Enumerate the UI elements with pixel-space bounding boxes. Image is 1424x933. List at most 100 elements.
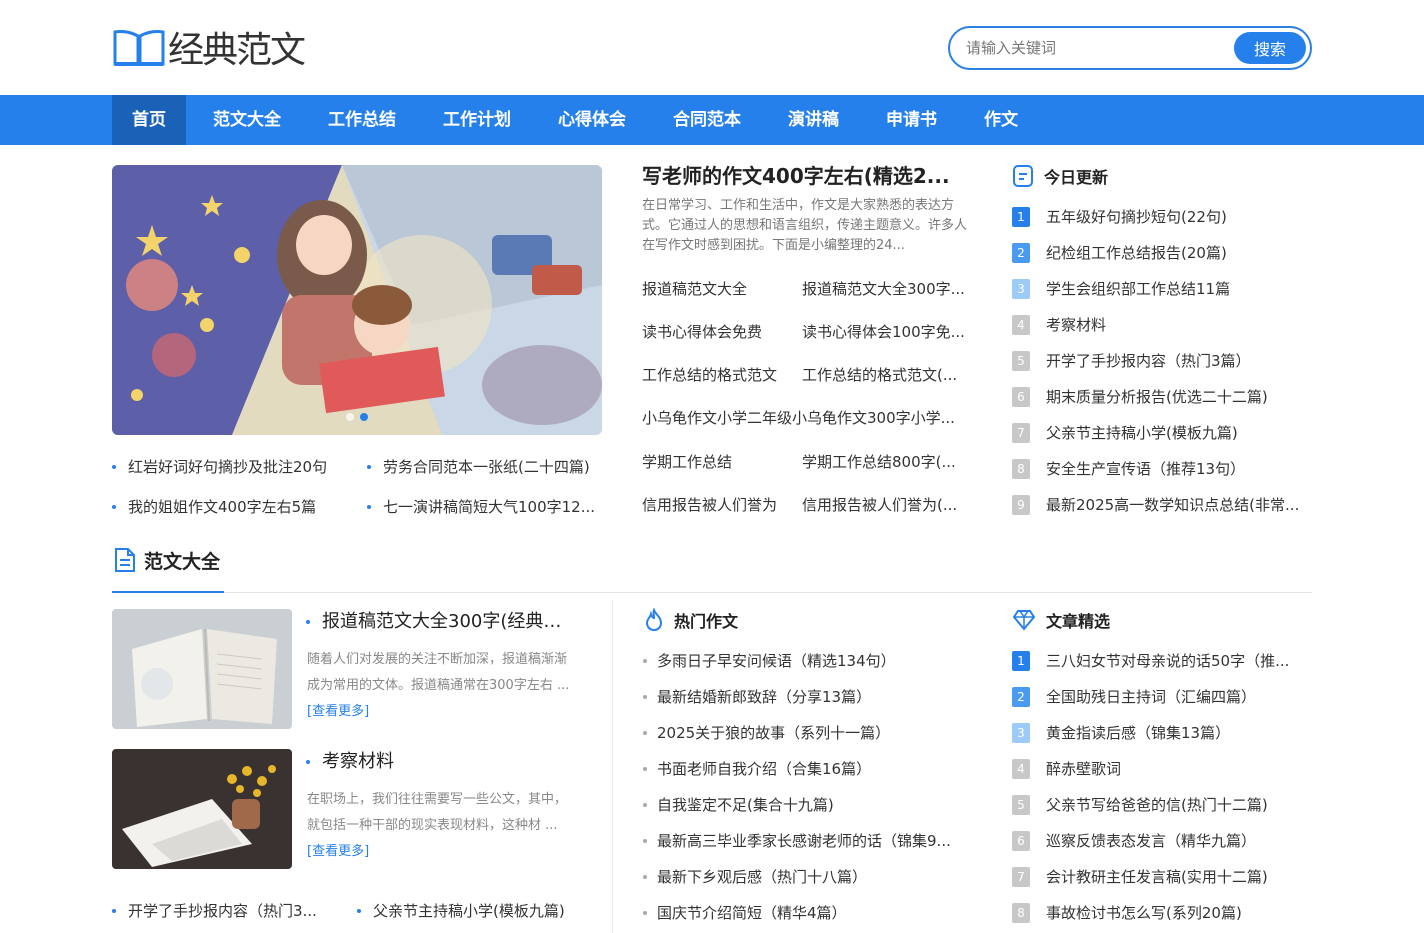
search-box: 搜索 [948,26,1312,70]
ranked-item-text: 安全生产宣传语（推荐13句） [1046,460,1246,478]
hot-list-item[interactable]: 最新高三毕业季家长感谢老师的话（锦集9... [643,829,963,853]
ranked-list-item[interactable]: 6 期末质量分析报告(优选二十二篇) [1012,385,1312,409]
featured-desc: 在日常学习、工作和生活中，作文是大家熟悉的表达方式。它通过人的思想和语言组织，传… [642,198,968,253]
rank-badge: 7 [1012,423,1030,443]
ranked-list-item[interactable]: 1 五年级好句摘抄短句(22句) [1012,205,1312,229]
hero-carousel[interactable] [112,165,602,435]
rank-badge: 2 [1012,243,1030,263]
hot-list-item[interactable]: 最新下乡观后感（热门十八篇） [643,865,963,889]
hot-heading-text: 热门作文 [674,612,739,631]
article-card: 报道稿范文大全300字(经典九... 随着人们对发展的关注不断加深，报道稿渐渐成… [112,609,592,729]
read-more-link[interactable]: [查看更多] [307,704,369,719]
carousel-link[interactable]: 我的姐姐作文400字左右5篇 [112,496,352,517]
nav-item[interactable]: 演讲稿 [768,95,859,145]
featured-link[interactable]: 学期工作总结800字(... [802,451,972,472]
ranked-list-item[interactable]: 4 考察材料 [1012,313,1312,337]
featured-link[interactable]: 读书心得体会免费 [642,321,792,342]
nav-item[interactable]: 申请书 [866,95,957,145]
search-input[interactable] [966,36,1226,60]
hot-list-item[interactable]: 书面老师自我介绍（合集16篇） [643,757,963,781]
hot-list-item[interactable]: 自我鉴定不足(集合十九篇) [643,793,963,817]
ranked-list-item[interactable]: 5 父亲节写给爸爸的信(热门十二篇) [1012,793,1312,817]
read-more-link[interactable]: [查看更多] [307,844,369,859]
featured-link[interactable]: 工作总结的格式范文(... [802,364,972,385]
ranked-list-item[interactable]: 8 安全生产宣传语（推荐13句） [1012,457,1312,481]
ranked-list-item[interactable]: 8 事故检讨书怎么写(系列20篇) [1012,901,1312,925]
site-logo[interactable]: 经典范文 [112,24,306,71]
carousel-dots [112,413,602,421]
article-thumbnail[interactable] [112,609,292,729]
main-nav: 首页 范文大全 工作总结 工作计划 心得体会 合同范本 演讲稿 申请书 作文 [0,95,1424,145]
featured-link[interactable]: 报道稿范文大全300字... [802,278,972,299]
ranked-list-item[interactable]: 4 醉赤壁歌词 [1012,757,1312,781]
rank-badge: 4 [1012,315,1030,335]
search-button[interactable]: 搜索 [1234,32,1306,64]
carousel-illustration [112,165,602,435]
article-link[interactable]: 开学了手抄报内容（热门3... [112,900,332,921]
article-desc: 在职场上，我们往往需要写一些公文，其中，就包括一种干部的现实表现材料，这种材 .… [307,787,579,865]
carousel-dot-active[interactable] [360,413,368,421]
nav-item[interactable]: 范文大全 [193,95,301,145]
ranked-item-text: 考察材料 [1046,316,1107,334]
rank-badge: 2 [1012,687,1030,707]
article-thumbnail[interactable] [112,749,292,869]
section-heading: 范文大全 [112,546,220,574]
nav-item[interactable]: 作文 [964,95,1038,145]
ranked-item-text: 开学了手抄报内容（热门3篇） [1046,352,1251,370]
article-link[interactable]: 父亲节主持稿小学(模板九篇) [357,900,587,921]
ranked-item-text: 纪检组工作总结报告(20篇) [1046,244,1227,262]
ranked-list-item[interactable]: 7 父亲节主持稿小学(模板九篇) [1012,421,1312,445]
today-heading-text: 今日更新 [1044,168,1109,187]
rank-badge: 1 [1012,207,1030,227]
carousel-link[interactable]: 红岩好词好句摘抄及批注20句 [112,456,352,477]
ranked-list-item[interactable]: 3 黄金指读后感（锦集13篇） [1012,721,1312,745]
ranked-list-item[interactable]: 1 三八妇女节对母亲说的话50字（推... [1012,649,1312,673]
article-title[interactable]: 报道稿范文大全300字(经典九... [306,609,576,635]
hot-heading: 热门作文 [644,608,738,632]
featured-link[interactable]: 工作总结的格式范文 [642,364,792,385]
carousel-link[interactable]: 七一演讲稿简短大气100字12... [367,496,607,517]
hot-list-item[interactable]: 多雨日子早安问候语（精选134句） [643,649,963,673]
section-heading-text: 范文大全 [144,550,221,573]
nav-item[interactable]: 合同范本 [653,95,761,145]
hot-list-item[interactable]: 2025关于狼的故事（系列十一篇） [643,721,963,745]
nav-item[interactable]: 首页 [112,95,186,145]
today-heading: 今日更新 [1012,164,1108,188]
article-title[interactable]: 考察材料 [306,749,576,775]
featured-link[interactable]: 信用报告被人们誉为(... [802,494,972,515]
rank-badge: 1 [1012,651,1030,671]
flame-icon [645,608,663,632]
ranked-list-item[interactable]: 7 会计教研主任发言稿(实用十二篇) [1012,865,1312,889]
rank-badge: 3 [1012,279,1030,299]
hot-list-item[interactable]: 国庆节介绍简短（精华4篇） [643,901,963,925]
nav-item[interactable]: 工作计划 [423,95,531,145]
file-text-icon [115,548,135,572]
featured-title[interactable]: 写老师的作文400字左右(精选2... [642,160,972,192]
ranked-list-item[interactable]: 3 学生会组织部工作总结11篇 [1012,277,1312,301]
rank-badge: 9 [1012,495,1030,515]
nav-item[interactable]: 心得体会 [538,95,646,145]
section-divider [112,592,1312,593]
ranked-item-text: 父亲节主持稿小学(模板九篇) [1046,424,1238,442]
ranked-item-text: 全国助残日主持词（汇编四篇） [1046,688,1257,706]
featured-link[interactable]: 学期工作总结 [642,451,792,472]
ranked-list-item[interactable]: 9 最新2025高一数学知识点总结(非常... [1012,493,1312,517]
carousel-link[interactable]: 劳务合同范本一张纸(二十四篇) [367,456,607,477]
rank-badge: 6 [1012,387,1030,407]
ranked-list-item[interactable]: 2 纪检组工作总结报告(20篇) [1012,241,1312,265]
carousel-dot[interactable] [346,413,354,421]
featured-link[interactable]: 报道稿范文大全 [642,278,792,299]
nav-item[interactable]: 工作总结 [308,95,416,145]
ranked-list-item[interactable]: 6 巡察反馈表态发言（精华九篇） [1012,829,1312,853]
column-divider [612,600,613,933]
section-divider-highlight [112,591,224,593]
ranked-list-item[interactable]: 2 全国助残日主持词（汇编四篇） [1012,685,1312,709]
featured-link[interactable]: 读书心得体会100字免... [802,321,972,342]
rank-badge: 5 [1012,795,1030,815]
featured-link[interactable]: 小乌龟作文小学二年级小乌龟作文300字小学... [642,407,972,428]
article-desc: 随着人们对发展的关注不断加深，报道稿渐渐成为常用的文体。报道稿通常在300字左右… [307,647,579,725]
hot-list-item[interactable]: 最新结婚新郎致辞（分享13篇） [643,685,963,709]
featured-article: 写老师的作文400字左右(精选2... 在日常学习、工作和生活中，作文是大家熟悉… [642,160,982,256]
ranked-list-item[interactable]: 5 开学了手抄报内容（热门3篇） [1012,349,1312,373]
featured-link[interactable]: 信用报告被人们誉为 [642,494,792,515]
